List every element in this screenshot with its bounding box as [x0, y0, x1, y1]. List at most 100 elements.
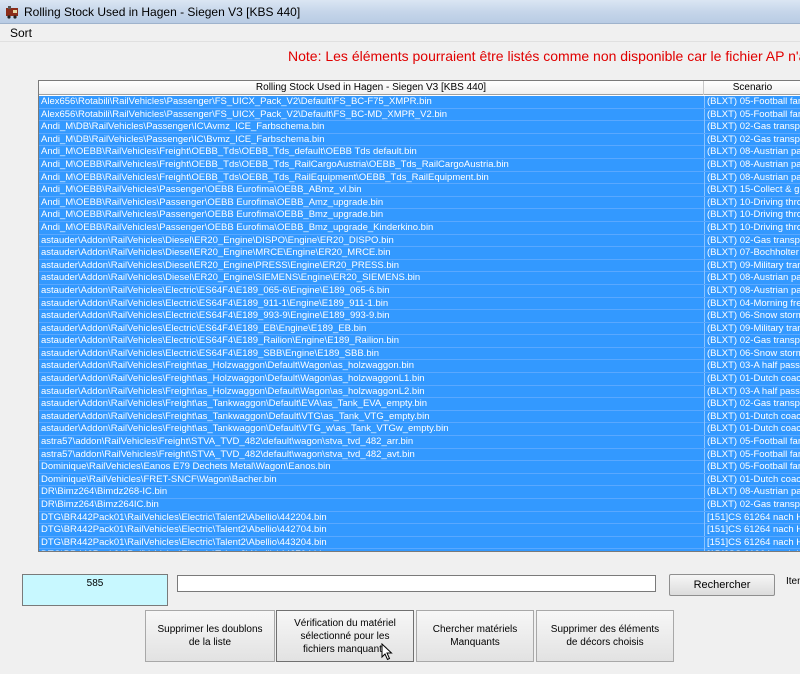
scenario-cell: (BLXT) 09-Military tran [704, 322, 800, 335]
rolling-stock-path-cell: astauder\Addon\RailVehicles\Diesel\ER20_… [41, 272, 421, 284]
table-row[interactable]: DTG\BR442Pack01\RailVehicles\Electric\Ta… [39, 549, 800, 551]
table-row[interactable]: astauder\Addon\RailVehicles\Freight\as_H… [39, 360, 800, 374]
scenario-cell: (BLXT) 02-Gas transp [704, 133, 800, 146]
menu-sort[interactable]: Sort [10, 26, 32, 40]
table-row[interactable]: astauder\Addon\RailVehicles\Electric\ES6… [39, 297, 800, 311]
table-row[interactable]: astauder\Addon\RailVehicles\Electric\ES6… [39, 335, 800, 348]
mouse-cursor-icon [381, 643, 393, 661]
table-row[interactable]: astauder\Addon\RailVehicles\Freight\as_H… [39, 385, 800, 399]
table-row[interactable]: astauder\Addon\RailVehicles\Diesel\ER20_… [39, 272, 800, 285]
table-row[interactable]: astauder\Addon\RailVehicles\Freight\as_T… [39, 423, 800, 437]
rolling-stock-path-cell: Andi_M\DB\RailVehicles\Passenger\IC\Bvmz… [41, 133, 325, 145]
table-row[interactable]: Andi_M\OEBB\RailVehicles\Passenger\OEBB … [39, 221, 800, 235]
table-row[interactable]: Alex656\Rotabili\RailVehicles\Passenger\… [39, 108, 800, 122]
table-row[interactable]: astauder\Addon\RailVehicles\Diesel\ER20_… [39, 259, 800, 273]
rolling-stock-path-cell: astauder\Addon\RailVehicles\Diesel\ER20_… [41, 259, 400, 271]
rolling-stock-path-cell: Andi_M\OEBB\RailVehicles\Freight\OEBB_Td… [41, 146, 417, 158]
table-row[interactable]: DTG\BR442Pack01\RailVehicles\Electric\Ta… [39, 536, 800, 550]
table-row[interactable]: DTG\BR442Pack01\RailVehicles\Electric\Ta… [39, 524, 800, 537]
scenario-cell: (BLXT) 06-Snow storm [704, 310, 800, 323]
remove-scenery-items-button[interactable]: Supprimer des éléments de décors choisis [536, 610, 674, 662]
table-row[interactable]: astauder\Addon\RailVehicles\Electric\ES6… [39, 322, 800, 336]
rolling-stock-path-cell: DTG\BR442Pack01\RailVehicles\Electric\Ta… [41, 511, 327, 523]
table-row[interactable]: astauder\Addon\RailVehicles\Electric\ES6… [39, 284, 800, 298]
table-row[interactable]: astra57\addon\RailVehicles\Freight\STVA_… [39, 436, 800, 449]
rolling-stock-path-cell: DTG\BR442Pack01\RailVehicles\Electric\Ta… [41, 549, 702, 551]
scenario-cell: (BLXT) 07-Bochholter [704, 247, 800, 260]
table-row[interactable]: astauder\Addon\RailVehicles\Freight\as_H… [39, 373, 800, 386]
find-missing-stock-button[interactable]: Chercher matériels Manquants [416, 610, 534, 662]
rolling-stock-path-cell: astauder\Addon\RailVehicles\Freight\as_T… [41, 398, 428, 410]
scenario-cell: (BLXT) 05-Football far [704, 448, 800, 461]
scenario-cell: (BLXT) 05-Football far [704, 108, 800, 121]
grid-header: Rolling Stock Used in Hagen - Siegen V3 … [39, 81, 800, 95]
table-row[interactable]: Alex656\Rotabili\RailVehicles\Passenger\… [39, 96, 800, 109]
scenario-cell: (BLXT) 02-Gas transp [704, 121, 800, 134]
column-header-rolling-stock[interactable]: Rolling Stock Used in Hagen - Siegen V3 … [39, 81, 704, 95]
table-row[interactable]: Andi_M\OEBB\RailVehicles\Passenger\OEBB … [39, 196, 800, 210]
rolling-stock-path-cell: astauder\Addon\RailVehicles\Electric\ES6… [41, 335, 400, 347]
rolling-stock-path-cell: astauder\Addon\RailVehicles\Diesel\ER20_… [41, 234, 394, 246]
train-app-icon [6, 6, 18, 19]
column-header-scenario[interactable]: Scenario [704, 81, 800, 95]
table-row[interactable]: DTG\BR442Pack01\RailVehicles\Electric\Ta… [39, 511, 800, 525]
rolling-stock-path-cell: astra57\addon\RailVehicles\Freight\STVA_… [41, 448, 415, 460]
table-row[interactable]: astauder\Addon\RailVehicles\Electric\ES6… [39, 347, 800, 361]
scenario-cell: (BLXT) 09-Military tran [704, 259, 800, 272]
table-row[interactable]: astra57\addon\RailVehicles\Freight\STVA_… [39, 448, 800, 462]
table-row[interactable]: Andi_M\DB\RailVehicles\Passenger\IC\Bvmz… [39, 133, 800, 147]
rolling-stock-path-cell: astauder\Addon\RailVehicles\Electric\ES6… [41, 347, 379, 359]
search-button[interactable]: Rechercher [669, 574, 775, 596]
table-row[interactable]: Andi_M\OEBB\RailVehicles\Freight\OEBB_Td… [39, 146, 800, 159]
rolling-stock-path-cell: astauder\Addon\RailVehicles\Electric\ES6… [41, 310, 390, 322]
rolling-stock-path-cell: DTG\BR442Pack01\RailVehicles\Electric\Ta… [41, 536, 327, 548]
rolling-stock-path-cell: Dominique\RailVehicles\Eanos E79 Dechets… [41, 461, 331, 473]
rolling-stock-path-cell: astauder\Addon\RailVehicles\Diesel\ER20_… [41, 247, 391, 259]
scenario-cell: (BLXT) 08-Austrian pa [704, 158, 800, 171]
scenario-cell: (BLXT) 08-Austrian pa [704, 284, 800, 297]
search-input[interactable] [177, 575, 656, 592]
item-label: Item [786, 576, 800, 587]
remove-duplicates-button[interactable]: Supprimer les doublons de la liste [145, 610, 275, 662]
scenario-cell: (BLXT) 05-Football far [704, 436, 800, 449]
rolling-stock-path-cell: DR\Bimz264\Bimdz268-IC.bin [41, 486, 168, 498]
rolling-stock-path-cell: Andi_M\OEBB\RailVehicles\Passenger\OEBB … [41, 209, 384, 221]
menu-bar: Sort [0, 24, 800, 42]
scenario-cell: (BLXT) 10-Driving thro [704, 196, 800, 209]
scenario-cell: [151]CS 61264 nach H [704, 549, 800, 551]
scenario-cell: (BLXT) 04-Morning fre [704, 297, 800, 310]
rolling-stock-path-cell: Dominique\RailVehicles\FRET-SNCF\Wagon\B… [41, 473, 277, 485]
item-count: 585 [22, 574, 168, 606]
title-bar: Rolling Stock Used in Hagen - Siegen V3 … [0, 0, 800, 24]
scenario-cell: (BLXT) 08-Austrian pa [704, 486, 800, 499]
scenario-cell: (BLXT) 02-Gas transp [704, 335, 800, 348]
table-row[interactable]: Andi_M\DB\RailVehicles\Passenger\IC\Avmz… [39, 121, 800, 134]
availability-note: Note: Les éléments pourraient être listé… [288, 48, 800, 64]
table-row[interactable]: astauder\Addon\RailVehicles\Electric\ES6… [39, 310, 800, 323]
table-row[interactable]: astauder\Addon\RailVehicles\Freight\as_T… [39, 398, 800, 411]
table-row[interactable]: Dominique\RailVehicles\FRET-SNCF\Wagon\B… [39, 473, 800, 487]
rolling-stock-path-cell: Andi_M\OEBB\RailVehicles\Freight\OEBB_Td… [41, 158, 509, 170]
rolling-stock-path-cell: astauder\Addon\RailVehicles\Freight\as_T… [41, 410, 430, 422]
table-row[interactable]: Andi_M\OEBB\RailVehicles\Freight\OEBB_Td… [39, 171, 800, 185]
rolling-stock-path-cell: astauder\Addon\RailVehicles\Electric\ES6… [41, 284, 390, 296]
window-title: Rolling Stock Used in Hagen - Siegen V3 … [24, 5, 301, 19]
table-row[interactable]: Andi_M\OEBB\RailVehicles\Passenger\OEBB … [39, 184, 800, 197]
table-row[interactable]: astauder\Addon\RailVehicles\Freight\as_T… [39, 410, 800, 424]
rolling-stock-path-cell: astauder\Addon\RailVehicles\Freight\as_H… [41, 360, 415, 372]
scenario-cell: (BLXT) 05-Football far [704, 96, 800, 108]
rolling-stock-path-cell: astauder\Addon\RailVehicles\Freight\as_H… [41, 385, 425, 397]
rolling-stock-path-cell: Andi_M\OEBB\RailVehicles\Passenger\OEBB … [41, 221, 434, 233]
scenario-cell: (BLXT) 06-Snow storm [704, 347, 800, 360]
table-row[interactable]: Andi_M\OEBB\RailVehicles\Passenger\OEBB … [39, 209, 800, 222]
table-row[interactable]: Dominique\RailVehicles\Eanos E79 Dechets… [39, 461, 800, 474]
table-row[interactable]: astauder\Addon\RailVehicles\Diesel\ER20_… [39, 234, 800, 248]
table-row[interactable]: Andi_M\OEBB\RailVehicles\Freight\OEBB_Td… [39, 158, 800, 172]
table-row[interactable]: astauder\Addon\RailVehicles\Diesel\ER20_… [39, 247, 800, 260]
table-row[interactable]: DR\Bimz264\Bimdz268-IC.bin (BLXT) 08-Aust… [39, 486, 800, 499]
rolling-stock-path-cell: Alex656\Rotabili\RailVehicles\Passenger\… [41, 96, 432, 107]
rolling-stock-path-cell: astauder\Addon\RailVehicles\Freight\as_H… [41, 373, 425, 385]
verify-missing-files-button[interactable]: Vérification du matériel sélectionné pou… [276, 610, 414, 662]
table-row[interactable]: DR\Bimz264\Bimz264IC.bin (BLXT) 02-Gas tr… [39, 499, 800, 512]
rolling-stock-grid[interactable]: Rolling Stock Used in Hagen - Siegen V3 … [38, 80, 800, 552]
